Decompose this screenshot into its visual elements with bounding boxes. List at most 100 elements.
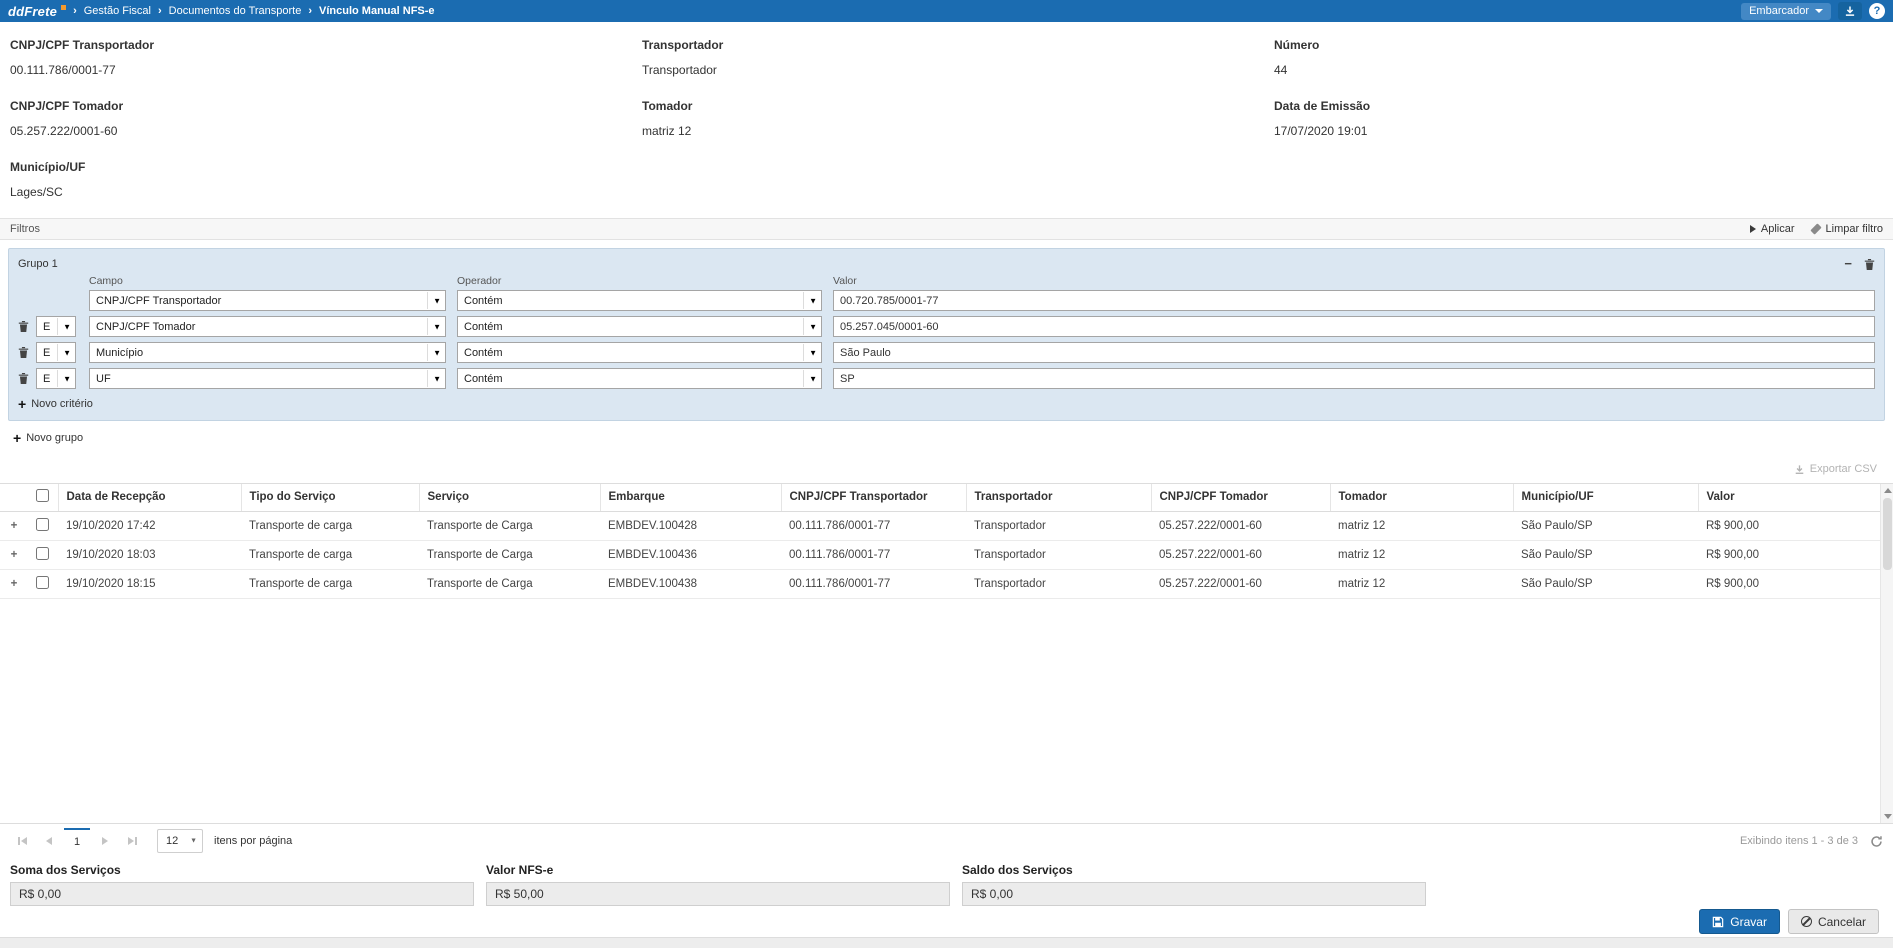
table-row[interactable]: + 19/10/2020 17:42 Transporte de carga T… <box>0 511 1880 540</box>
filter-operator-select[interactable]: Contém <box>457 368 822 389</box>
filter-field-value: Município <box>96 347 143 359</box>
delete-criterion-button[interactable] <box>18 346 29 359</box>
vertical-scrollbar[interactable] <box>1880 484 1893 823</box>
save-label: Gravar <box>1730 915 1767 929</box>
field-label: Município/UF <box>10 160 642 174</box>
download-button[interactable] <box>1838 2 1862 20</box>
pager-right: Exibindo itens 1 - 3 de 3 <box>1740 835 1883 848</box>
column-header-transportador[interactable]: Transportador <box>966 484 1151 511</box>
filter-operator-select[interactable]: Contém <box>457 290 822 311</box>
scrollbar-thumb[interactable] <box>1883 498 1892 570</box>
delete-criterion-button[interactable] <box>18 320 29 333</box>
filter-operator-select[interactable]: Contém <box>457 342 822 363</box>
breadcrumb-item-documentos-transporte[interactable]: Documentos do Transporte <box>151 5 301 17</box>
cell-transportador: Transportador <box>966 569 1151 598</box>
eraser-icon <box>1810 223 1821 234</box>
row-checkbox[interactable] <box>36 547 49 560</box>
breadcrumb-item-gestao-fiscal[interactable]: Gestão Fiscal <box>66 5 151 17</box>
filter-value-input[interactable] <box>833 368 1875 389</box>
connector-value: E <box>43 373 50 385</box>
save-button[interactable]: Gravar <box>1699 909 1780 934</box>
cell-cnpj-transportador: 00.111.786/0001-77 <box>781 540 966 569</box>
connector-select[interactable]: E <box>36 368 76 389</box>
cell-valor: R$ 900,00 <box>1698 569 1880 598</box>
new-criterion-button[interactable]: + Novo critério <box>18 398 1875 410</box>
filter-value-input[interactable] <box>833 342 1875 363</box>
trash-icon <box>18 372 29 385</box>
filter-field-select[interactable]: CNPJ/CPF Tomador <box>89 316 446 337</box>
column-header-servico[interactable]: Serviço <box>419 484 600 511</box>
cell-embarque: EMBDEV.100428 <box>600 511 781 540</box>
campo-column-label: Campo <box>89 275 446 287</box>
filter-field-select[interactable]: Município <box>89 342 446 363</box>
connector-select[interactable]: E <box>36 342 76 363</box>
column-header-municipio-uf[interactable]: Município/UF <box>1513 484 1698 511</box>
column-header-tipo-servico[interactable]: Tipo do Serviço <box>241 484 419 511</box>
table-row[interactable]: + 19/10/2020 18:03 Transporte de carga T… <box>0 540 1880 569</box>
table-row[interactable]: + 19/10/2020 18:15 Transporte de carga T… <box>0 569 1880 598</box>
clear-filter-label: Limpar filtro <box>1826 223 1883 235</box>
totals-section: Soma dos Serviços Valor NFS-e Saldo dos … <box>0 858 1893 905</box>
cell-tipo-servico: Transporte de carga <box>241 540 419 569</box>
field-tomador: Tomador matriz 12 <box>642 99 1274 138</box>
page-size-select[interactable]: 12 <box>157 829 203 853</box>
filter-operator-value: Contém <box>464 321 503 333</box>
cancel-button[interactable]: Cancelar <box>1788 909 1879 934</box>
expand-row-icon[interactable]: + <box>0 511 28 540</box>
filter-value-input[interactable] <box>833 316 1875 337</box>
collapse-group-icon[interactable]: − <box>1844 259 1852 269</box>
filter-operator-select[interactable]: Contém <box>457 316 822 337</box>
row-select-cell <box>28 540 58 569</box>
cell-data-recepcao: 19/10/2020 18:03 <box>58 540 241 569</box>
connector-select[interactable]: E <box>36 316 76 337</box>
export-row: Exportar CSV <box>0 455 1893 483</box>
help-button[interactable]: ? <box>1869 3 1885 19</box>
row-checkbox[interactable] <box>36 518 49 531</box>
row-checkbox[interactable] <box>36 576 49 589</box>
delete-criterion-button[interactable] <box>18 372 29 385</box>
apply-filter-button[interactable]: Aplicar <box>1750 223 1795 235</box>
select-all-checkbox[interactable] <box>36 489 49 502</box>
connector-value: E <box>43 321 50 333</box>
filters-title: Filtros <box>10 223 40 235</box>
filter-value-input[interactable] <box>833 290 1875 311</box>
filter-field-select[interactable]: CNPJ/CPF Transportador <box>89 290 446 311</box>
refresh-button[interactable] <box>1870 835 1883 848</box>
first-page-button[interactable] <box>10 829 34 853</box>
scroll-down-icon[interactable] <box>1884 814 1892 819</box>
column-header-data-recepcao[interactable]: Data de Recepção <box>58 484 241 511</box>
app-logo[interactable]: ddFrete <box>8 4 66 19</box>
embarcador-dropdown[interactable]: Embarcador <box>1741 3 1831 20</box>
cell-data-recepcao: 19/10/2020 18:15 <box>58 569 241 598</box>
save-icon <box>1712 916 1724 928</box>
row-select-cell <box>28 511 58 540</box>
download-icon <box>1844 5 1856 17</box>
previous-page-button[interactable] <box>37 829 61 853</box>
clear-filter-button[interactable]: Limpar filtro <box>1811 223 1883 235</box>
export-csv-button[interactable]: Exportar CSV <box>1810 463 1877 475</box>
last-page-button[interactable] <box>120 829 144 853</box>
trash-icon <box>18 346 29 359</box>
criterion-row: E UF Contém <box>18 368 1875 389</box>
column-header-tomador[interactable]: Tomador <box>1330 484 1513 511</box>
column-header-valor[interactable]: Valor <box>1698 484 1880 511</box>
filter-field-select[interactable]: UF <box>89 368 446 389</box>
field-numero: Número 44 <box>1274 38 1883 77</box>
filter-operator-value: Contém <box>464 373 503 385</box>
field-value: 17/07/2020 19:01 <box>1274 124 1883 138</box>
column-header-cnpj-transportador[interactable]: CNPJ/CPF Transportador <box>781 484 966 511</box>
cell-cnpj-tomador: 05.257.222/0001-60 <box>1151 540 1330 569</box>
scroll-up-icon[interactable] <box>1884 488 1892 493</box>
current-page-button[interactable]: 1 <box>64 828 90 854</box>
field-value: Transportador <box>642 63 1274 77</box>
new-group-button[interactable]: + Novo grupo <box>13 432 1885 444</box>
next-page-button[interactable] <box>93 829 117 853</box>
expand-row-icon[interactable]: + <box>0 569 28 598</box>
expand-row-icon[interactable]: + <box>0 540 28 569</box>
delete-group-button[interactable] <box>1864 258 1875 271</box>
field-label: Tomador <box>642 99 1274 113</box>
filter-group-title: Grupo 1 <box>18 258 58 270</box>
column-header-embarque[interactable]: Embarque <box>600 484 781 511</box>
cell-servico: Transporte de Carga <box>419 540 600 569</box>
column-header-cnpj-tomador[interactable]: CNPJ/CPF Tomador <box>1151 484 1330 511</box>
